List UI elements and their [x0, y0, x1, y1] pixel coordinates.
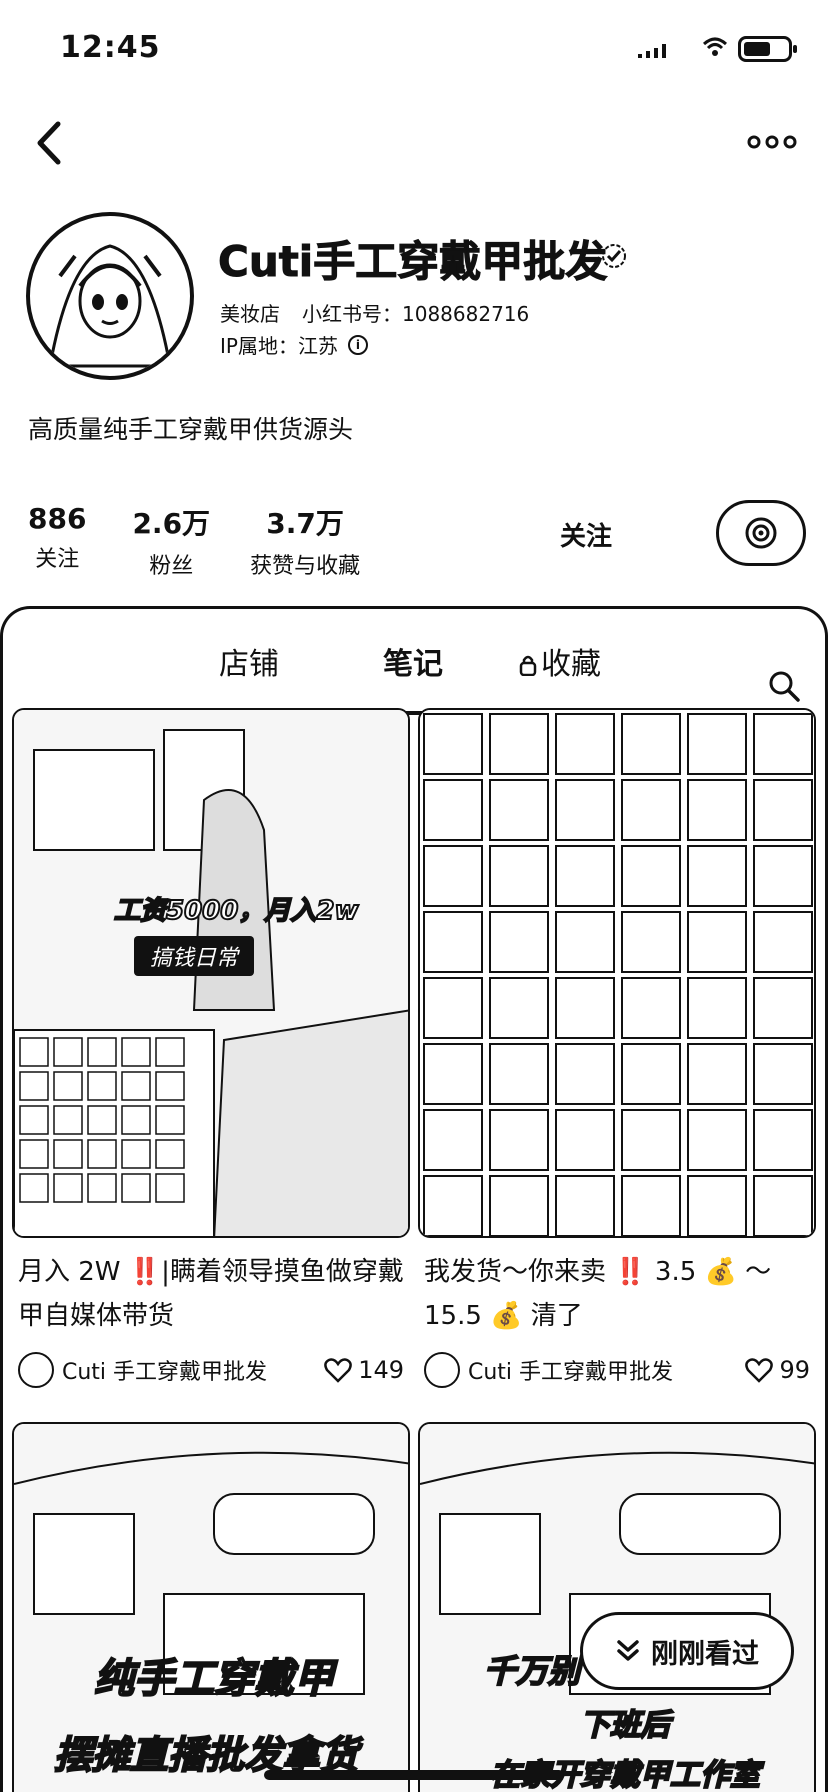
profile-meta: 美妆店 小红书号：1088682716 [220, 298, 529, 327]
cover-caption-line1: 纯手工穿戴甲 [93, 1655, 335, 1703]
tab-collections-label: 收藏 [541, 647, 601, 682]
note-footer: Cuti 手工穿戴甲批发 149 [12, 1352, 410, 1388]
stat-label: 获赞与收藏 [250, 554, 361, 579]
ip-label: IP属地：江苏 [220, 334, 338, 358]
like-count: 99 [779, 1356, 810, 1384]
back-icon[interactable] [30, 118, 70, 168]
profile-name: Cuti手工穿戴甲批发 [217, 237, 608, 287]
recently-viewed-label: 刚刚看过 [651, 1638, 759, 1670]
search-icon[interactable] [767, 669, 801, 703]
shop-type: 美妆店 [220, 302, 280, 326]
tab-bar: 店铺 笔记 收藏 [3, 639, 828, 715]
like-count: 149 [358, 1356, 404, 1384]
battery-icon [738, 36, 797, 62]
stat-label: 关注 [35, 547, 80, 572]
tab-notes[interactable]: 笔记 [383, 639, 443, 683]
signal-icon [638, 42, 668, 62]
stat-followers[interactable]: 2.6万 粉丝 [132, 502, 210, 580]
note-footer: Cuti 手工穿戴甲批发 99 [418, 1352, 816, 1388]
stat-value: 2.6万 [132, 507, 211, 540]
status-bar: 12:45 [0, 0, 828, 100]
double-chevron-down-icon [617, 1640, 639, 1661]
wifi-icon [702, 37, 728, 56]
note-title: 月入 2W ‼️|瞒着领导摸鱼做穿戴甲自媒体带货 [18, 1257, 404, 1331]
note-cover-image [420, 710, 814, 1236]
stat-value: 3.7万 [266, 507, 344, 540]
stat-following[interactable]: 886 关注 [28, 502, 86, 580]
note-thumbnail: 工资5000，月入2w 搞钱日常 [12, 708, 410, 1238]
tab-shop[interactable]: 店铺 [219, 639, 279, 683]
like-button[interactable]: 149 [324, 1356, 404, 1384]
heart-icon [745, 1358, 774, 1383]
note-card[interactable]: 工资5000，月入2w 搞钱日常 月入 2W ‼️|瞒着领导摸鱼做穿戴甲自媒体带… [12, 708, 410, 1388]
profile-bio: 高质量纯手工穿戴甲供货源头 [28, 415, 354, 444]
profile-stats: 886 关注 2.6万 粉丝 3.7万 获赞与收藏 [28, 502, 400, 580]
lock-icon [519, 655, 537, 676]
note-thumbnail: 纯手工穿戴甲 摆摊直播批发拿货 [12, 1422, 410, 1792]
info-icon[interactable]: i [347, 334, 368, 355]
user-id[interactable]: 小红书号：1088682716 [302, 298, 529, 327]
note-thumbnail: 千万别 下班后 在家开穿戴甲工作室 [418, 1422, 816, 1792]
cover-caption: 工资5000，月入2w [113, 895, 359, 927]
tab-collections[interactable]: 收藏 [519, 639, 601, 683]
more-icon[interactable] [746, 128, 798, 156]
cover-caption-line1: 千万别 [483, 1651, 581, 1691]
author-name: Cuti 手工穿戴甲批发 [62, 1360, 268, 1385]
note-title: 我发货～你来卖 ‼️ 3.5 💰 ～ 15.5 💰 清了 [424, 1257, 772, 1331]
message-icon [745, 517, 777, 549]
stat-label: 粉丝 [149, 554, 194, 579]
cover-caption-line2: 下班后 [579, 1707, 671, 1744]
cover-tag: 搞钱日常 [134, 936, 255, 976]
ip-location: IP属地：江苏 i [220, 330, 368, 359]
note-card[interactable]: 千万别 下班后 在家开穿戴甲工作室 [418, 1422, 816, 1792]
note-author[interactable]: Cuti 手工穿戴甲批发 [424, 1352, 673, 1388]
author-name: Cuti 手工穿戴甲批发 [468, 1360, 674, 1385]
note-card[interactable]: 我发货～你来卖 ‼️ 3.5 💰 ～ 15.5 💰 清了 Cuti 手工穿戴甲批… [418, 708, 816, 1388]
stat-likes-collects[interactable]: 3.7万 获赞与收藏 [250, 502, 360, 580]
stat-value: 886 [28, 502, 87, 535]
message-button[interactable] [716, 500, 806, 566]
verified-icon [602, 244, 626, 268]
status-time: 12:45 [60, 30, 161, 65]
author-avatar [18, 1352, 54, 1388]
follow-button[interactable]: 关注 [560, 516, 612, 553]
heart-icon [324, 1358, 353, 1383]
recently-viewed-button[interactable]: 刚刚看过 [580, 1612, 794, 1690]
note-card[interactable]: 纯手工穿戴甲 摆摊直播批发拿货 [12, 1422, 410, 1792]
author-avatar [424, 1352, 460, 1388]
home-indicator[interactable] [264, 1770, 564, 1780]
note-author[interactable]: Cuti 手工穿戴甲批发 [18, 1352, 267, 1388]
note-thumbnail [418, 708, 816, 1238]
like-button[interactable]: 99 [745, 1356, 810, 1384]
avatar[interactable] [26, 212, 194, 380]
